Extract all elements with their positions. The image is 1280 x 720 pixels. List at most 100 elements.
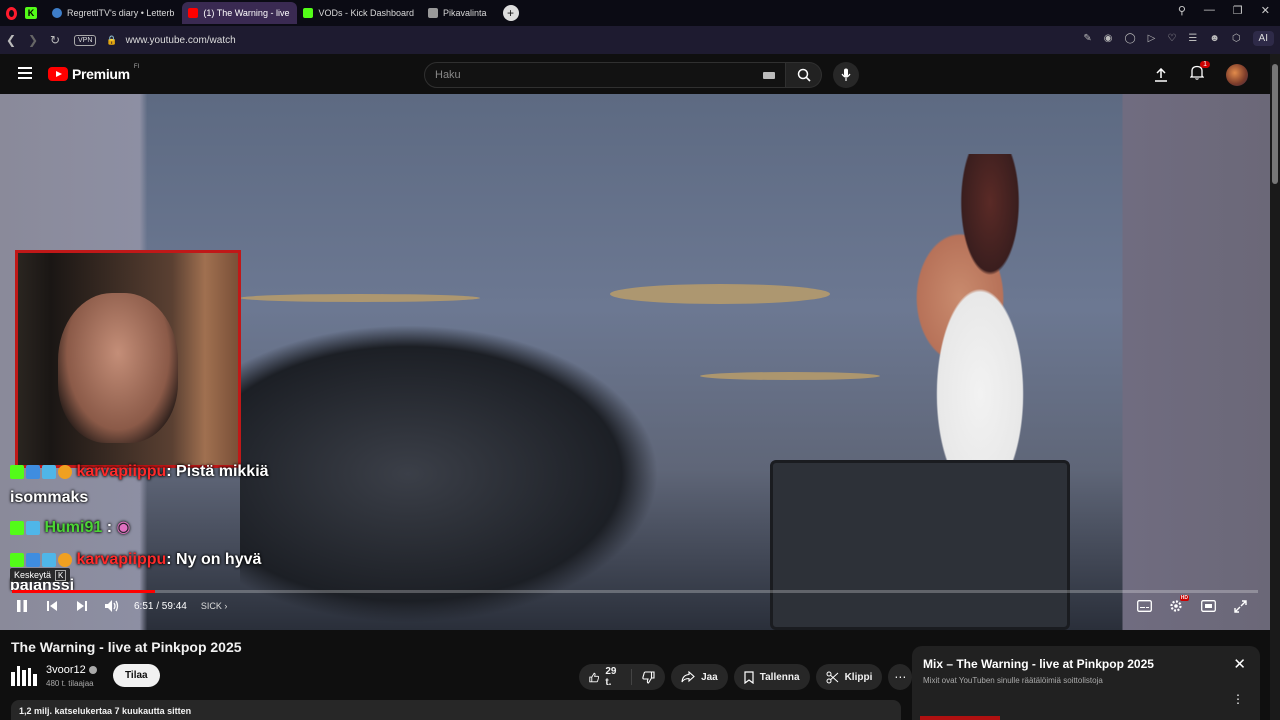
ai-button[interactable]: AI [1252,31,1274,46]
ai-label: AI [1258,33,1268,44]
save-label: Tallenna [759,671,800,683]
chapter-label[interactable]: SICK › [201,601,228,611]
hamburger-menu-icon[interactable] [18,67,32,82]
window-controls: ⚲ — ❐ ✕ [1178,4,1270,17]
chapter-text: SICK [200,601,222,611]
lock-icon[interactable]: 🔒 [106,35,117,46]
keyboard-icon[interactable] [763,72,775,79]
tab-kick-dashboard[interactable]: VODs - Kick Dashboard [297,2,422,24]
search-tabs-icon[interactable]: ⚲ [1178,4,1186,17]
dislike-button[interactable] [632,664,665,690]
cube-icon[interactable]: ⬡ [1232,33,1241,44]
tab-letterboxd[interactable]: RegrettiTV's diary • Letterb [46,2,182,24]
chat-message: karvapiippu: Pistä mikkiä isommaks [10,459,290,511]
subscribe-button[interactable]: Tilaa [113,664,160,687]
profile-icon[interactable]: ☻ [1209,33,1220,44]
restore-icon[interactable]: ❐ [1233,4,1243,17]
time-display: 6:51 / 59:44 [134,600,187,612]
logo-text: Premium [72,66,130,82]
menu-icon[interactable]: ☰ [1188,33,1197,44]
close-icon[interactable]: ✕ [1233,655,1246,673]
controls-left: 6:51 / 59:44 SICK › [14,598,227,614]
description-box[interactable]: 1,2 milj. katselukertaa 7 kuukautta sitt… [11,700,901,720]
tab-label: (1) The Warning - live [203,8,290,18]
channel-name[interactable]: 3voor12 [46,664,97,676]
mix-playlist-panel: Mix – The Warning - live at Pinkpop 2025… [912,646,1260,720]
video-player[interactable]: karvapiippu: Pistä mikkiä isommaks Humi9… [0,94,1270,630]
share-icon [681,671,695,683]
like-count: 29 t. [605,666,617,688]
pause-icon[interactable] [14,598,30,614]
hd-badge: HD [1179,595,1189,601]
progress-bar[interactable] [12,590,1258,593]
kick-favicon-icon [303,8,314,18]
shield-icon[interactable]: ◯ [1124,33,1135,44]
vertical-more-icon[interactable]: ⋮ [1232,692,1244,706]
thumbs-up-icon [589,672,600,682]
scrollbar-thumb[interactable] [1272,64,1278,184]
heart-icon[interactable]: ♡ [1167,33,1176,44]
miniplayer-icon[interactable] [1200,598,1216,614]
channel-avatar[interactable] [11,666,37,686]
views-and-date: 1,2 milj. katselukertaa 7 kuukautta sitt… [19,706,192,716]
microphone-icon [841,68,851,81]
tab-youtube[interactable]: (1) The Warning - live [182,2,298,24]
settings-icon[interactable]: HD [1168,595,1189,614]
next-icon[interactable] [74,598,90,614]
minimize-icon[interactable]: — [1204,4,1215,17]
youtube-premium-logo[interactable]: Premium FI [48,64,139,82]
url-field[interactable]: www.youtube.com/watch [126,35,236,46]
fullscreen-icon[interactable] [1232,598,1248,614]
edit-icon[interactable]: ✎ [1083,33,1091,44]
volume-icon[interactable] [104,598,120,614]
new-tab-button[interactable]: + [502,5,519,21]
share-label: Jaa [701,671,718,683]
header-actions: 1 [1154,61,1248,86]
more-icon: ⋯ [894,670,907,684]
back-icon[interactable]: ❮ [0,33,22,47]
address-bar-actions: ✎ ◉ ◯ ▷ ♡ ☰ ☻ ⬡ AI [1083,31,1274,46]
kick-sidebar-icon[interactable]: K [22,4,40,22]
performer-shape [880,154,1080,474]
share-button[interactable]: Jaa [671,664,728,690]
clip-label: Klippi [844,671,873,683]
mix-subtitle: Mixit ovat YouTuben sinulle räätälöimiä … [923,676,1103,685]
page-scrollbar[interactable] [1270,54,1280,720]
emote-icon: ◉ [116,519,131,536]
drum-kit-shape [240,324,660,624]
chat-message: Humi91 : ◉ [10,515,290,541]
camera-icon[interactable]: ◉ [1104,33,1113,44]
search-button[interactable] [786,62,822,88]
streamer-webcam-overlay [15,250,241,468]
like-dislike-group: 29 t. [579,664,666,690]
tab-label: Pikavalinta [443,8,487,18]
forward-icon[interactable]: ❯ [22,33,44,47]
previous-icon[interactable] [44,598,60,614]
search-box [424,62,786,88]
reload-icon[interactable]: ↻ [44,33,66,47]
bookmark-icon [744,670,754,684]
more-actions-button[interactable]: ⋯ [888,664,913,690]
video-actions: 29 t. Jaa Tallenna Klippi ⋯ [579,664,913,690]
subtitles-icon[interactable] [1136,598,1152,614]
search-input[interactable] [425,63,725,87]
account-avatar[interactable] [1226,64,1248,86]
notifications-button[interactable]: 1 [1189,61,1210,85]
save-button[interactable]: Tallenna [733,664,810,690]
voice-search-button[interactable] [833,62,859,88]
tooltip-label: Keskeytä [14,570,52,580]
upload-icon[interactable] [1154,68,1168,82]
chat-text: : [102,519,113,536]
mix-title[interactable]: Mix – The Warning - live at Pinkpop 2025 [923,657,1154,671]
tab-pikavalinta[interactable]: Pikavalinta [422,2,495,24]
chat-username: Humi91 [44,519,103,536]
close-window-icon[interactable]: ✕ [1261,4,1270,17]
play-icon[interactable]: ▷ [1148,33,1156,44]
vpn-badge[interactable]: VPN [74,34,97,46]
like-button[interactable]: 29 t. [579,664,631,690]
search-icon [797,68,811,82]
controls-right: HD [1136,595,1248,614]
mix-thumbnail-strip[interactable] [920,716,1000,720]
clip-button[interactable]: Klippi [815,664,883,690]
opera-logo-icon[interactable] [0,0,22,26]
